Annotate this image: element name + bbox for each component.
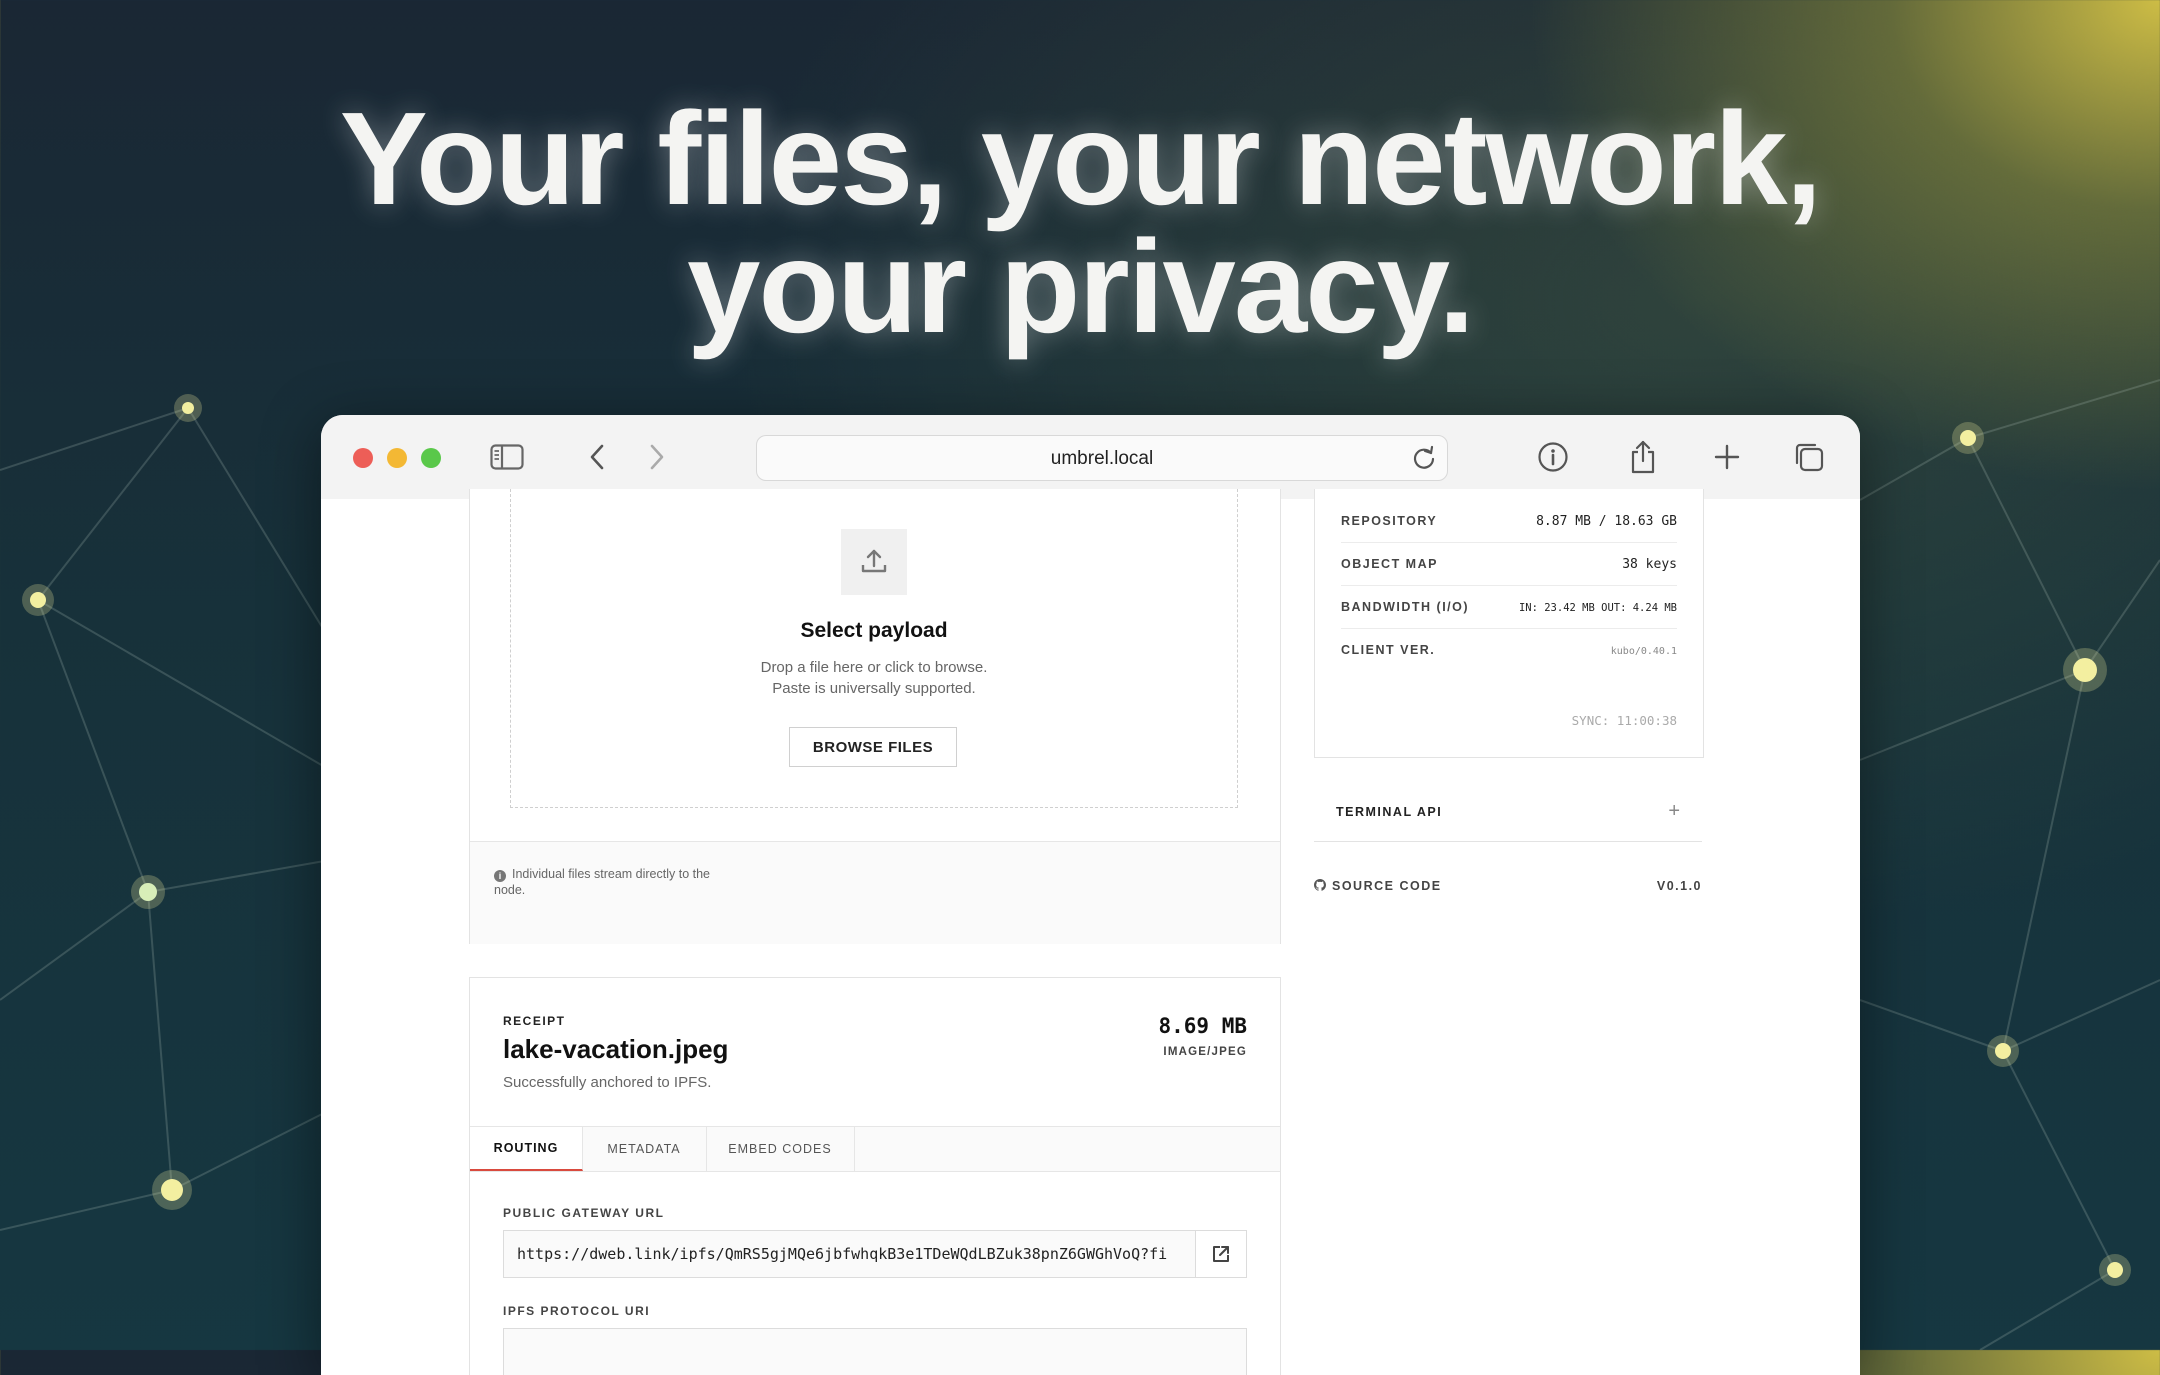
terminal-api-accordion[interactable]: TERMINAL API + [1314, 783, 1702, 842]
tab-embed-codes[interactable]: EMBED CODES [706, 1127, 855, 1171]
back-chevron-icon[interactable] [577, 437, 617, 477]
gateway-url-value: https://dweb.link/ipfs/QmRS5gjMQe6jbfwhq… [517, 1245, 1167, 1263]
dropzone-title: Select payload [800, 619, 948, 642]
expand-plus-icon[interactable]: + [1668, 800, 1680, 823]
stat-value: IN: 23.42 MB OUT: 4.24 MB [1518, 602, 1677, 614]
address-bar[interactable]: umbrel.local [756, 435, 1448, 481]
file-dropzone[interactable]: Select payload Drop a file here or click… [510, 489, 1238, 808]
upload-footer: i Individual files stream directly to the… [470, 841, 1280, 944]
tab-overview-icon[interactable] [1789, 437, 1829, 477]
address-url: umbrel.local [1050, 448, 1154, 469]
receipt-tabs: ROUTING METADATA EMBED CODES [470, 1126, 1280, 1172]
gateway-url-label: PUBLIC GATEWAY URL [503, 1206, 665, 1220]
page-content: Select payload Drop a file here or click… [321, 489, 1860, 1375]
receipt-card: RECEIPT lake-vacation.jpeg Successfully … [469, 977, 1281, 1375]
stat-value: kubo/0.40.1 [1610, 646, 1677, 657]
hero-line-2: your privacy. [687, 213, 1475, 360]
stat-row-repository: REPOSITORY 8.87 MB / 18.63 GB [1341, 499, 1677, 543]
stat-value: 38 keys [1622, 557, 1677, 572]
dropzone-hint-1: Drop a file here or click to browse. [760, 659, 988, 676]
sync-timestamp: SYNC: 11:00:38 [1571, 713, 1677, 728]
upload-icon [841, 529, 907, 595]
receipt-eyebrow: RECEIPT [503, 1014, 566, 1028]
open-external-icon[interactable] [1195, 1231, 1246, 1277]
source-code-text: SOURCE CODE [1332, 879, 1442, 893]
source-code-label: SOURCE CODE [1314, 879, 1442, 893]
source-code-link[interactable]: SOURCE CODE V0.1.0 [1314, 871, 1702, 901]
hero-headline: Your files, your network, your privacy. [0, 85, 2160, 360]
github-icon [1314, 879, 1327, 891]
receipt-filename: lake-vacation.jpeg [503, 1034, 729, 1064]
hero-line-1: Your files, your network, [339, 85, 1823, 232]
receipt-status: Successfully anchored to IPFS. [503, 1074, 712, 1091]
browse-files-button[interactable]: BROWSE FILES [789, 727, 957, 767]
stat-row-bandwidth: BANDWIDTH (I/O) IN: 23.42 MB OUT: 4.24 M… [1341, 585, 1677, 629]
browser-window: umbrel.local Select payload Drop a file … [321, 415, 1860, 1375]
receipt-filesize: 8.69 MB [1158, 1014, 1247, 1038]
upload-card: Select payload Drop a file here or click… [469, 489, 1281, 944]
dropzone-hint-2: Paste is universally supported. [772, 680, 976, 697]
stat-row-object-map: OBJECT MAP 38 keys [1341, 542, 1677, 586]
source-version: V0.1.0 [1656, 879, 1702, 893]
receipt-mime-type: IMAGE/JPEG [1163, 1046, 1247, 1058]
stat-key: CLIENT VER. [1341, 643, 1436, 657]
terminal-api-label: TERMINAL API [1336, 805, 1443, 819]
stat-row-client-version: CLIENT VER. kubo/0.40.1 [1341, 628, 1677, 671]
share-icon[interactable] [1623, 437, 1663, 477]
gateway-url-field[interactable]: https://dweb.link/ipfs/QmRS5gjMQe6jbfwhq… [503, 1230, 1247, 1278]
tab-routing[interactable]: ROUTING [470, 1127, 583, 1171]
reload-icon[interactable] [1411, 445, 1437, 476]
upload-note-text: Individual files stream directly to the … [494, 867, 711, 897]
close-window-button[interactable] [353, 448, 373, 468]
stat-key: BANDWIDTH (I/O) [1341, 600, 1470, 614]
stat-key: REPOSITORY [1341, 514, 1438, 528]
stat-key: OBJECT MAP [1341, 557, 1438, 571]
zoom-window-button[interactable] [421, 448, 441, 468]
node-stats-card: REPOSITORY 8.87 MB / 18.63 GB OBJECT MAP… [1314, 489, 1704, 758]
tab-metadata[interactable]: METADATA [582, 1127, 707, 1171]
protocol-uri-field[interactable] [503, 1328, 1247, 1375]
forward-chevron-icon[interactable] [637, 437, 677, 477]
new-tab-plus-icon[interactable] [1707, 437, 1747, 477]
upload-note: i Individual files stream directly to the… [494, 866, 744, 898]
info-icon[interactable] [1533, 437, 1573, 477]
sidebar-toggle-icon[interactable] [487, 437, 527, 477]
browser-toolbar: umbrel.local [321, 415, 1860, 500]
minimize-window-button[interactable] [387, 448, 407, 468]
info-circle-icon: i [494, 870, 506, 882]
protocol-uri-label: IPFS PROTOCOL URI [503, 1304, 651, 1318]
stat-value: 8.87 MB / 18.63 GB [1536, 514, 1677, 529]
